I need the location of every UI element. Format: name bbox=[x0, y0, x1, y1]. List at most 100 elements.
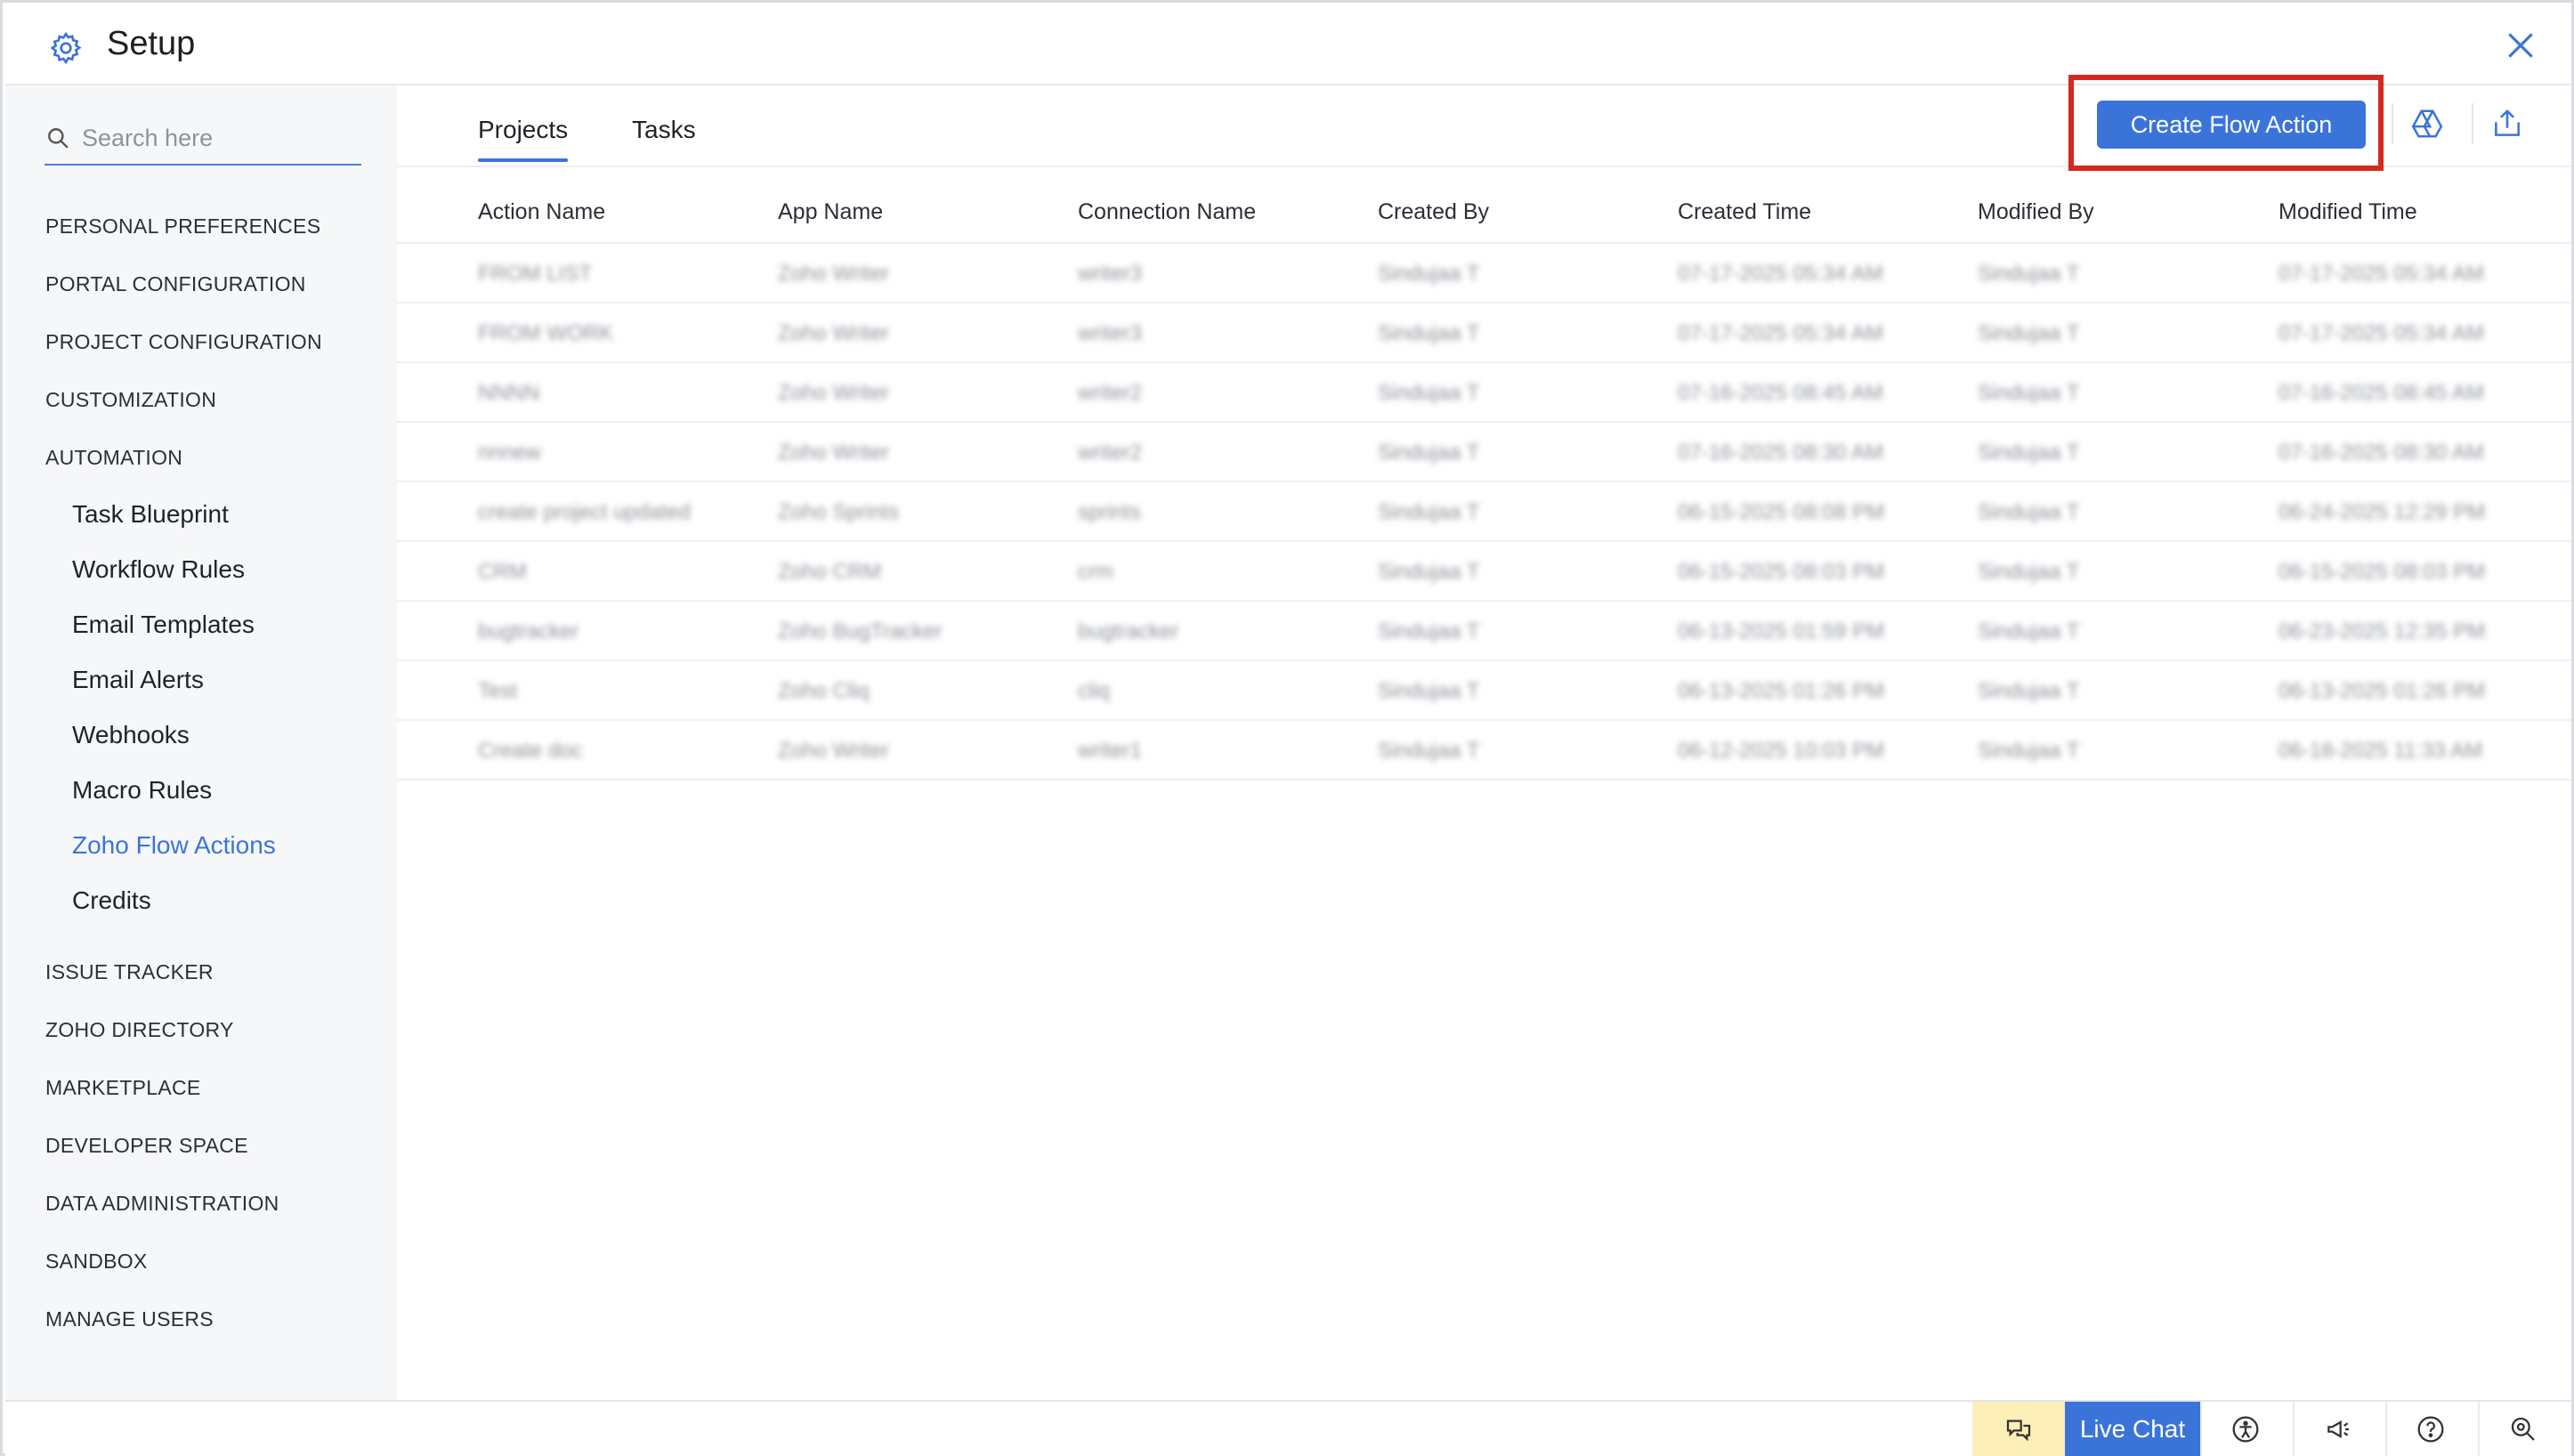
setup-window: Setup PERSONAL PREFERENCES PORTAL CONFIG… bbox=[0, 0, 2574, 1456]
app-name-cell: Zoho BugTracker bbox=[778, 619, 943, 643]
table-row[interactable]: create project updated Zoho Sprints spri… bbox=[397, 482, 2571, 542]
sidebar-item-task-blueprint[interactable]: Task Blueprint bbox=[72, 500, 229, 529]
created-by-cell: Sindujaa T bbox=[1378, 381, 1480, 405]
app-name-cell: Zoho Writer bbox=[778, 321, 889, 345]
table-row[interactable]: FROM WORK Zoho Writer writer3 Sindujaa T… bbox=[397, 303, 2571, 363]
sidebar-item-email-alerts[interactable]: Email Alerts bbox=[72, 666, 204, 694]
connection-name-cell: sprints bbox=[1078, 500, 1141, 524]
page-title: Setup bbox=[107, 25, 196, 62]
app-name-cell: Zoho Writer bbox=[778, 739, 889, 763]
help-button[interactable] bbox=[2385, 1402, 2474, 1456]
created-time-cell: 06-13-2025 01:59 PM bbox=[1678, 619, 1885, 643]
created-time-cell: 06-13-2025 01:26 PM bbox=[1678, 679, 1885, 703]
table-row[interactable]: Test Zoho Cliq cliq Sindujaa T 06-13-202… bbox=[397, 661, 2571, 721]
chat-bubbles-icon bbox=[2006, 1420, 2031, 1442]
sidebar-search bbox=[45, 112, 361, 166]
created-time-cell: 07-16-2025 08:30 AM bbox=[1678, 441, 1883, 465]
sidebar-section-customization[interactable]: CUSTOMIZATION bbox=[45, 388, 216, 412]
action-name-cell: FROM WORK bbox=[478, 321, 613, 345]
create-flow-action-button[interactable]: Create Flow Action bbox=[2097, 101, 2366, 149]
search-help-button[interactable] bbox=[2478, 1402, 2567, 1456]
sidebar-item-webhooks[interactable]: Webhooks bbox=[72, 721, 190, 749]
created-time-cell: 07-16-2025 08:45 AM bbox=[1678, 381, 1883, 405]
table-row[interactable]: NNNN Zoho Writer writer2 Sindujaa T 07-1… bbox=[397, 363, 2571, 423]
sidebar-item-macro-rules[interactable]: Macro Rules bbox=[72, 776, 212, 805]
main-content: Projects Tasks Create Flow Action Action… bbox=[397, 75, 2571, 1400]
created-by-cell: Sindujaa T bbox=[1378, 321, 1480, 345]
chat-support-button[interactable] bbox=[1972, 1402, 2065, 1456]
tab-bar: Projects Tasks Create Flow Action bbox=[397, 75, 2571, 171]
created-time-cell: 06-15-2025 08:03 PM bbox=[1678, 560, 1885, 584]
modified-by-cell: Sindujaa T bbox=[1978, 262, 2080, 286]
created-by-cell: Sindujaa T bbox=[1378, 441, 1480, 465]
created-by-cell: Sindujaa T bbox=[1378, 560, 1480, 584]
connection-name-cell: crm bbox=[1078, 560, 1113, 584]
modified-time-cell: 07-16-2025 08:45 AM bbox=[2279, 381, 2484, 405]
sidebar-section-portal-configuration[interactable]: PORTAL CONFIGURATION bbox=[45, 272, 306, 296]
action-name-cell: create project updated bbox=[478, 500, 691, 524]
created-time-cell: 07-17-2025 05:34 AM bbox=[1678, 262, 1883, 286]
created-time-cell: 07-17-2025 05:34 AM bbox=[1678, 321, 1883, 345]
sidebar-section-manage-users[interactable]: MANAGE USERS bbox=[45, 1307, 214, 1331]
drive-icon[interactable] bbox=[2410, 107, 2444, 141]
sidebar-section-personal-preferences[interactable]: PERSONAL PREFERENCES bbox=[45, 214, 320, 239]
modified-by-cell: Sindujaa T bbox=[1978, 679, 2080, 703]
column-header-app-name[interactable]: App Name bbox=[778, 199, 883, 225]
sidebar-item-credits[interactable]: Credits bbox=[72, 886, 151, 915]
sidebar-section-issue-tracker[interactable]: ISSUE TRACKER bbox=[45, 960, 214, 984]
app-name-cell: Zoho Writer bbox=[778, 441, 889, 465]
column-header-connection-name[interactable]: Connection Name bbox=[1078, 199, 1256, 225]
search-icon bbox=[48, 128, 69, 149]
modified-by-cell: Sindujaa T bbox=[1978, 619, 2080, 643]
export-icon[interactable] bbox=[2490, 107, 2524, 141]
table-row[interactable]: nnnew Zoho Writer writer2 Sindujaa T 07-… bbox=[397, 423, 2571, 482]
tab-tasks[interactable]: Tasks bbox=[632, 116, 696, 144]
created-by-cell: Sindujaa T bbox=[1378, 500, 1480, 524]
table-row[interactable]: bugtracker Zoho BugTracker bugtracker Si… bbox=[397, 602, 2571, 661]
created-time-cell: 06-15-2025 08:08 PM bbox=[1678, 500, 1885, 524]
help-icon bbox=[2417, 1416, 2444, 1443]
accessibility-button[interactable] bbox=[2200, 1402, 2289, 1456]
action-name-cell: Test bbox=[478, 679, 518, 703]
modified-by-cell: Sindujaa T bbox=[1978, 441, 2080, 465]
app-name-cell: Zoho Writer bbox=[778, 381, 889, 405]
sidebar-item-zoho-flow-actions[interactable]: Zoho Flow Actions bbox=[72, 831, 276, 860]
close-icon[interactable] bbox=[2504, 28, 2538, 62]
action-name-cell: FROM LIST bbox=[478, 262, 593, 286]
created-by-cell: Sindujaa T bbox=[1378, 262, 1480, 286]
sidebar-item-email-templates[interactable]: Email Templates bbox=[72, 611, 255, 639]
gear-icon bbox=[50, 31, 82, 65]
tab-projects[interactable]: Projects bbox=[478, 116, 569, 162]
sidebar-section-developer-space[interactable]: DEVELOPER SPACE bbox=[45, 1134, 248, 1158]
column-header-created-by[interactable]: Created By bbox=[1378, 199, 1489, 225]
column-header-modified-by[interactable]: Modified By bbox=[1978, 199, 2094, 225]
table-row[interactable]: CRM Zoho CRM crm Sindujaa T 06-15-2025 0… bbox=[397, 542, 2571, 602]
modified-time-cell: 06-18-2025 11:33 AM bbox=[2279, 739, 2483, 763]
modified-time-cell: 06-15-2025 08:03 PM bbox=[2279, 560, 2486, 584]
action-name-cell: NNNN bbox=[478, 381, 540, 405]
live-chat-button[interactable]: Live Chat bbox=[2065, 1402, 2200, 1456]
table-row[interactable]: FROM LIST Zoho Writer writer3 Sindujaa T… bbox=[397, 244, 2571, 303]
toolbar-divider bbox=[2472, 103, 2473, 144]
announcements-button[interactable] bbox=[2293, 1402, 2382, 1456]
column-header-modified-time[interactable]: Modified Time bbox=[2279, 199, 2417, 225]
sidebar-section-data-administration[interactable]: DATA ADMINISTRATION bbox=[45, 1192, 279, 1216]
connection-name-cell: cliq bbox=[1078, 679, 1111, 703]
connection-name-cell: writer2 bbox=[1078, 381, 1143, 405]
column-header-action-name[interactable]: Action Name bbox=[478, 199, 605, 225]
modified-time-cell: 06-13-2025 01:26 PM bbox=[2279, 679, 2486, 703]
sidebar-section-automation[interactable]: AUTOMATION bbox=[45, 446, 182, 470]
sidebar-section-marketplace[interactable]: MARKETPLACE bbox=[45, 1076, 201, 1100]
search-input[interactable] bbox=[82, 121, 349, 155]
sidebar-section-sandbox[interactable]: SANDBOX bbox=[45, 1250, 148, 1274]
sidebar-item-workflow-rules[interactable]: Workflow Rules bbox=[72, 555, 245, 584]
sidebar-section-project-configuration[interactable]: PROJECT CONFIGURATION bbox=[45, 330, 322, 354]
modified-by-cell: Sindujaa T bbox=[1978, 381, 2080, 405]
column-header-created-time[interactable]: Created Time bbox=[1678, 199, 1811, 225]
created-by-cell: Sindujaa T bbox=[1378, 679, 1480, 703]
modified-time-cell: 06-24-2025 12:29 PM bbox=[2279, 500, 2486, 524]
modified-by-cell: Sindujaa T bbox=[1978, 739, 2080, 763]
table-row[interactable]: Create doc Zoho Writer writer1 Sindujaa … bbox=[397, 721, 2571, 781]
modified-by-cell: Sindujaa T bbox=[1978, 560, 2080, 584]
sidebar-section-zoho-directory[interactable]: ZOHO DIRECTORY bbox=[45, 1018, 234, 1042]
